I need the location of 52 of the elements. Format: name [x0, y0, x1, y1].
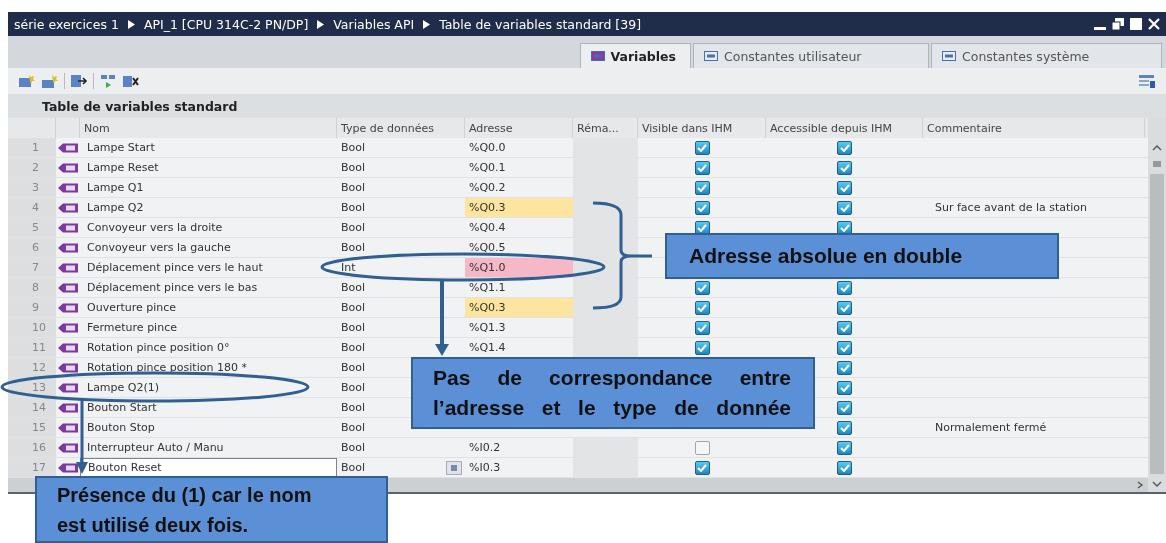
- address-cell-text: %Q0.2: [468, 180, 507, 196]
- address-cell-text: %Q0.0: [468, 140, 507, 156]
- address-cell-text: %Q1.3: [468, 320, 507, 336]
- table-cell-text: Convoyeur vers la droite: [86, 220, 224, 236]
- address-cell-text: %Q0.4: [468, 220, 507, 236]
- address-cell-text: %Q0.1: [468, 160, 507, 176]
- table-cell-text: Fermeture pince: [86, 320, 178, 336]
- callout-text: l’adresse et le type de donnée: [433, 395, 791, 421]
- callout-text: Pas de correspondance entre: [433, 365, 791, 391]
- address-cell: %Q0.3: [465, 298, 573, 317]
- table-cell-text: Bool: [340, 140, 367, 156]
- address-cell-text: %I0.3: [468, 460, 502, 476]
- table-cell-text: Convoyeur vers la gauche: [86, 240, 232, 256]
- table-cell-text: Bool: [340, 380, 367, 396]
- callout-text: est utilisé deux fois.: [57, 512, 250, 538]
- table-cell-text: Bool: [340, 240, 367, 256]
- address-cell-text: %Q1.4: [468, 340, 507, 356]
- table-cell-text: Rotation pince position 0°: [86, 340, 231, 356]
- table-cell-text: Déplacement pince vers le haut: [86, 260, 264, 276]
- table-cell-text: Ouverture pince: [86, 300, 178, 316]
- table-cell-text: Bouton Stop: [86, 420, 156, 436]
- table-cell-text: Lampe Reset: [86, 160, 160, 176]
- table-cell-text: Bouton Start: [86, 400, 158, 416]
- table-cell-text: Lampe Q2(1): [86, 380, 161, 396]
- table-cell-text: Bool: [340, 280, 367, 296]
- table-cell-text: Bool: [340, 180, 367, 196]
- address-cell-text: %Q1.1: [468, 280, 507, 296]
- table-cell-text: Bool: [340, 300, 367, 316]
- address-cell: %Q0.3: [465, 198, 573, 217]
- address-cell: %Q1.0: [465, 258, 573, 277]
- table-cell-text: Bool: [340, 360, 367, 376]
- table-cell-text: Bool: [340, 200, 367, 216]
- table-cell-text: Bool: [340, 320, 367, 336]
- table-cell: Normalement fermé: [935, 421, 1047, 434]
- table-cell-text: Bool: [340, 460, 367, 476]
- table-cell-text: Bool: [340, 440, 367, 456]
- table-cell-text: Bool: [340, 340, 367, 356]
- callout-text: Présence du (1) car le nom: [57, 482, 313, 508]
- table-cell-text: Lampe Q1: [86, 180, 145, 196]
- table-cell-text: Rotation pince position 180 *: [86, 360, 248, 376]
- table-cell-text: Lampe Q2: [86, 200, 145, 216]
- table-cell-text: Bool: [340, 420, 367, 436]
- table-cell-text: Bool: [340, 220, 367, 236]
- table-cell-text: Déplacement pince vers le bas: [86, 280, 259, 296]
- table-cell-text: Bool: [340, 160, 367, 176]
- address-cell-text: %Q0.5: [468, 240, 507, 256]
- table-cell-text: Int: [340, 260, 357, 276]
- table-cell: Sur face avant de la station: [935, 201, 1088, 214]
- table-cell-text: Interrupteur Auto / Manu: [86, 440, 225, 456]
- table-cell-text: Lampe Start: [86, 140, 156, 156]
- address-cell-text: %I0.2: [468, 440, 502, 456]
- table-title: Table de variables standard: [42, 98, 238, 114]
